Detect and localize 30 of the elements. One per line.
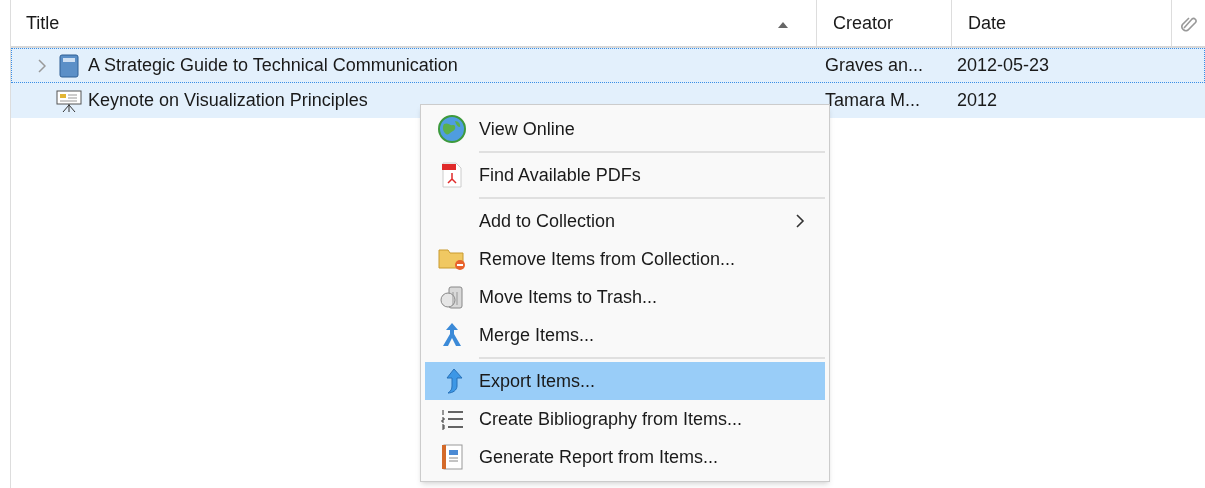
merge-icon: [441, 322, 463, 348]
column-header[interactable]: Title: [11, 0, 816, 46]
paperclip-icon: [1180, 14, 1198, 32]
sort-ascending-icon: [778, 22, 788, 28]
menu-item[interactable]: Find Available PDFs: [425, 156, 825, 202]
folder-remove-icon: [438, 247, 466, 271]
menu-item[interactable]: Move Items to Trash...: [425, 278, 825, 316]
book-icon: [59, 53, 79, 78]
numbered-list-icon: [440, 407, 464, 431]
menu-item[interactable]: Export Items...: [425, 362, 825, 400]
trash-icon: [439, 284, 465, 310]
menu-item[interactable]: Add to Collection: [425, 202, 825, 240]
menu-item[interactable]: Generate Report from Items...: [425, 438, 825, 476]
date-cell-text: 2012: [956, 89, 999, 112]
presentation-icon: [56, 88, 82, 113]
globe-icon: [438, 115, 466, 143]
report-icon: [441, 444, 463, 470]
title-cell-text: Keynote on Visualization Principles: [88, 89, 368, 112]
menu-item[interactable]: Merge Items...: [425, 316, 825, 362]
menu-item[interactable]: Remove Items from Collection...: [425, 240, 825, 278]
menu-item[interactable]: Create Bibliography from Items...: [425, 400, 825, 438]
item-row[interactable]: A Strategic Guide to Technical Communication Graves an... 2012-05-23: [11, 48, 1205, 83]
title-cell-text: A Strategic Guide to Technical Communication: [88, 54, 458, 77]
column-header[interactable]: Creator: [816, 0, 951, 46]
pdf-icon: [441, 162, 463, 188]
expand-chevron-icon[interactable]: [38, 58, 46, 73]
column-header[interactable]: Date: [951, 0, 1171, 46]
creator-cell-text: Graves an...: [824, 54, 925, 77]
date-cell-text: 2012-05-23: [956, 54, 1051, 77]
creator-cell-text: Tamara M...: [824, 89, 922, 112]
